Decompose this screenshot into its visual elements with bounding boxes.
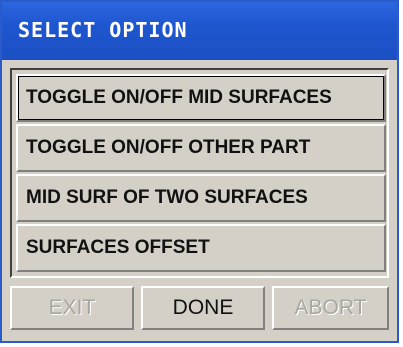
dialog-title-bar[interactable]: SELECT OPTION <box>2 2 397 60</box>
select-option-dialog: SELECT OPTION TOGGLE ON/OFF MID SURFACES… <box>0 0 399 343</box>
abort-button[interactable]: ABORT <box>272 286 389 330</box>
option-toggle-mid-surfaces[interactable]: TOGGLE ON/OFF MID SURFACES <box>16 74 386 122</box>
options-list: TOGGLE ON/OFF MID SURFACES TOGGLE ON/OFF… <box>10 68 389 278</box>
option-surfaces-offset[interactable]: SURFACES OFFSET <box>16 224 386 272</box>
exit-button[interactable]: EXIT <box>10 286 134 330</box>
option-mid-surf-of-two-surfaces[interactable]: MID SURF OF TWO SURFACES <box>16 174 386 222</box>
option-toggle-other-part[interactable]: TOGGLE ON/OFF OTHER PART <box>16 124 386 172</box>
dialog-title: SELECT OPTION <box>18 18 188 42</box>
done-button[interactable]: DONE <box>141 286 265 330</box>
